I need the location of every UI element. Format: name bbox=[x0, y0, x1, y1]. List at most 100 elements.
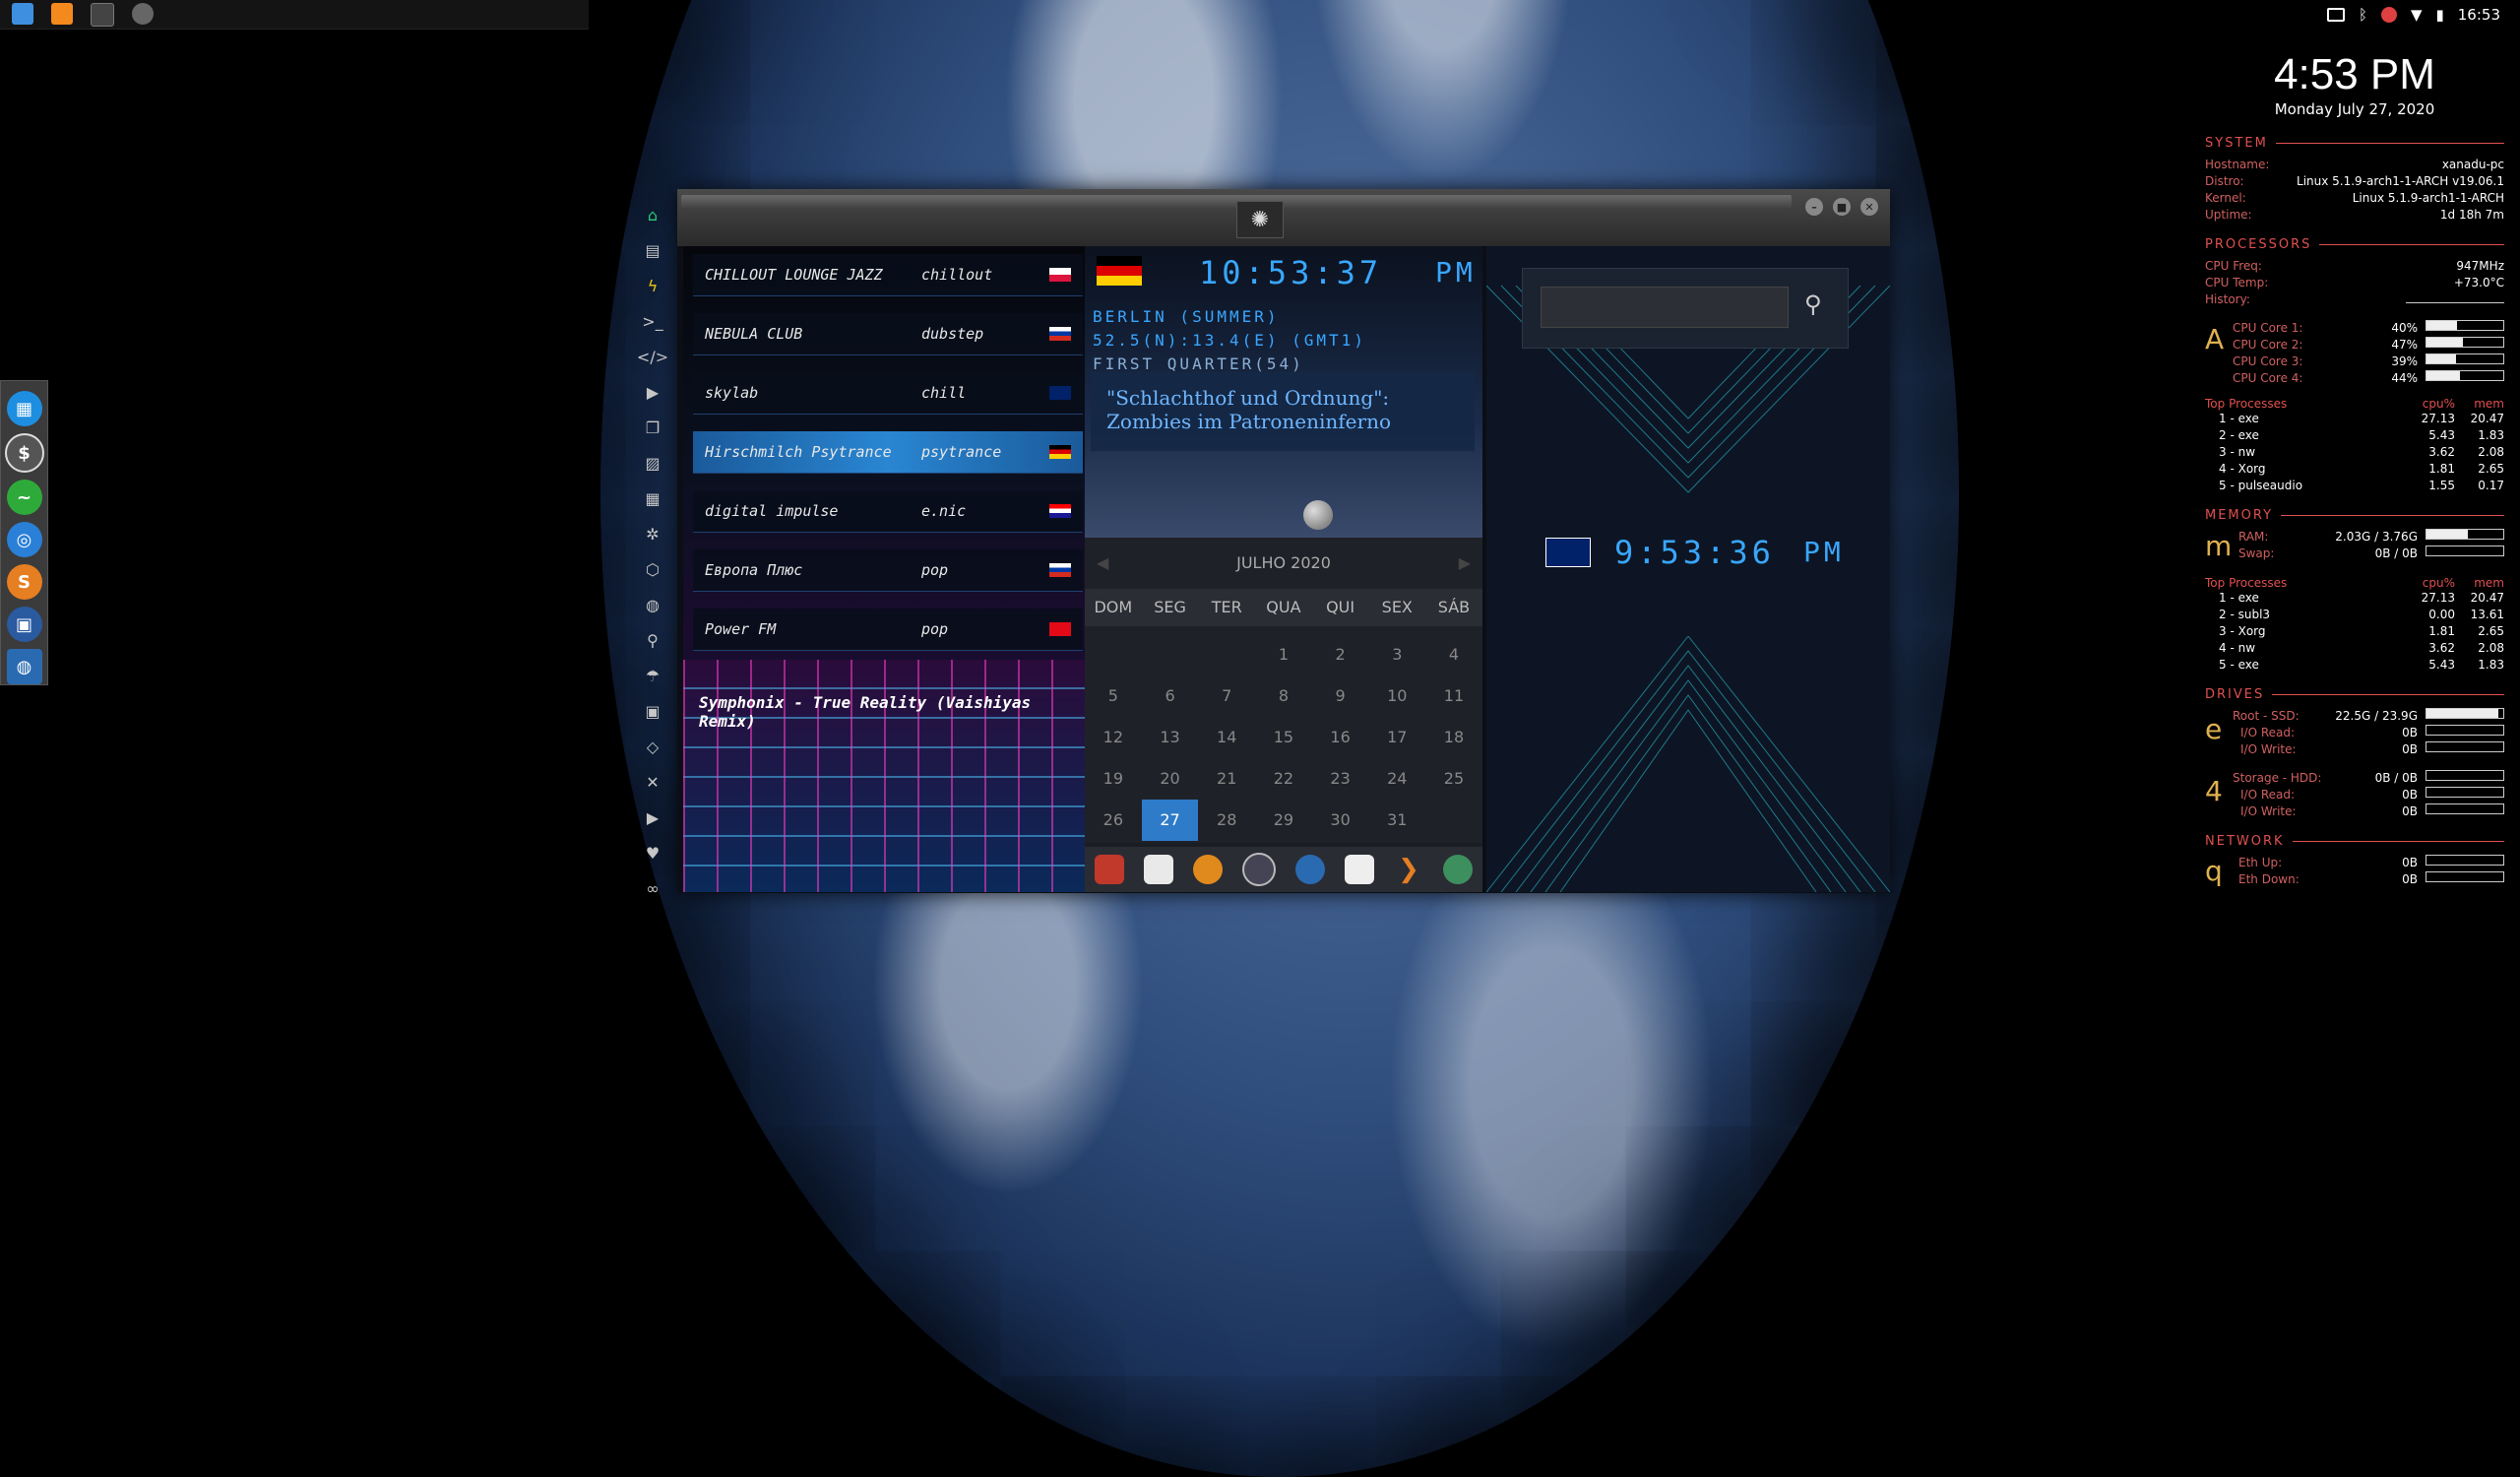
window-titlebar[interactable]: ✺ – ■ ✕ bbox=[677, 189, 1890, 246]
settings-icon[interactable]: ✲ bbox=[638, 516, 667, 551]
calendar-day[interactable]: 15 bbox=[1255, 717, 1312, 758]
hexagon-icon[interactable]: ⬡ bbox=[638, 551, 667, 587]
next-month-icon[interactable]: ▶ bbox=[1459, 553, 1471, 572]
bluetooth-icon[interactable]: ᛒ bbox=[2359, 6, 2367, 24]
station-row[interactable]: skylab chill bbox=[693, 372, 1083, 415]
remote-desktop-icon[interactable]: ▣ bbox=[6, 607, 42, 642]
calendar-day[interactable]: 27 bbox=[1141, 800, 1199, 841]
process-mem: 2.65 bbox=[2478, 462, 2504, 476]
minimize-button[interactable]: – bbox=[1805, 198, 1823, 216]
calendar-day[interactable]: 13 bbox=[1142, 717, 1199, 758]
notes-icon[interactable] bbox=[1144, 855, 1173, 884]
copy-icon[interactable]: ❐ bbox=[638, 410, 667, 445]
calendar-day[interactable]: 20 bbox=[1142, 758, 1199, 800]
wifi-icon[interactable]: ▼ bbox=[2411, 6, 2423, 24]
calendar-day[interactable]: 25 bbox=[1425, 758, 1482, 800]
calendar-day[interactable]: 19 bbox=[1085, 758, 1142, 800]
clock-app-icon[interactable] bbox=[1242, 853, 1276, 886]
photo-icon[interactable] bbox=[2326, 8, 2345, 22]
code-icon[interactable]: </> bbox=[637, 339, 668, 374]
bolt-icon[interactable]: ϟ bbox=[638, 268, 667, 303]
calendar-day[interactable]: 4 bbox=[1425, 634, 1482, 675]
prev-month-icon[interactable]: ◀ bbox=[1097, 553, 1108, 572]
search-app-icon[interactable] bbox=[1193, 855, 1223, 884]
youtube-icon[interactable]: ▶ bbox=[638, 800, 667, 835]
calendar-day[interactable]: 14 bbox=[1198, 717, 1255, 758]
search-icon[interactable]: ⚲ bbox=[638, 622, 667, 658]
calendar-day[interactable]: 26 bbox=[1085, 800, 1142, 841]
station-row[interactable]: Power FM pop bbox=[693, 609, 1083, 651]
search-input[interactable] bbox=[1541, 287, 1789, 328]
calendar-app-icon[interactable]: ▦ bbox=[6, 391, 42, 426]
tray-clock[interactable]: 16:53 bbox=[2458, 6, 2500, 24]
io-label: I/O Write: bbox=[2240, 742, 2297, 756]
process-name: 2 - subl3 bbox=[2219, 608, 2271, 621]
calendar-day[interactable]: 21 bbox=[1198, 758, 1255, 800]
globe-app-icon[interactable] bbox=[1295, 855, 1325, 884]
atom-icon[interactable] bbox=[1095, 855, 1124, 884]
infinity-icon[interactable]: ∞ bbox=[638, 870, 667, 906]
calendar-day[interactable]: 24 bbox=[1368, 758, 1425, 800]
sublime-text-icon[interactable] bbox=[51, 3, 73, 25]
station-row[interactable]: CHILLOUT LOUNGE JAZZ chillout bbox=[693, 254, 1083, 296]
calendar-day[interactable]: 16 bbox=[1312, 717, 1369, 758]
dollar-app-icon[interactable]: $ bbox=[4, 433, 44, 473]
home-icon[interactable]: ⌂ bbox=[638, 197, 667, 232]
calendar-day[interactable]: 29 bbox=[1255, 800, 1312, 841]
expand-icon[interactable]: ✕ bbox=[638, 764, 667, 800]
app-icon[interactable] bbox=[132, 3, 154, 25]
calendar-day[interactable]: 2 bbox=[1312, 634, 1369, 675]
play-icon[interactable]: ▶ bbox=[638, 374, 667, 410]
calendar-day[interactable]: 5 bbox=[1085, 675, 1142, 717]
s-app-icon[interactable]: S bbox=[6, 564, 42, 600]
calendar-day[interactable]: 11 bbox=[1425, 675, 1482, 717]
calendar-day[interactable]: 28 bbox=[1198, 800, 1255, 841]
umbrella-icon[interactable]: ☂ bbox=[638, 658, 667, 693]
close-button[interactable]: ✕ bbox=[1860, 198, 1878, 216]
calendar-day[interactable]: 10 bbox=[1368, 675, 1425, 717]
contact-icon[interactable]: ▣ bbox=[638, 693, 667, 729]
alert-icon[interactable] bbox=[2380, 7, 2397, 23]
calendar-day[interactable]: 12 bbox=[1085, 717, 1142, 758]
calendar-day[interactable]: 23 bbox=[1312, 758, 1369, 800]
calendar-day[interactable]: 1 bbox=[1255, 634, 1312, 675]
calendar-day[interactable]: 17 bbox=[1368, 717, 1425, 758]
calendar-day[interactable]: 7 bbox=[1198, 675, 1255, 717]
calendar-day[interactable]: 31 bbox=[1368, 800, 1425, 841]
news-headline[interactable]: "Schlachthof und Ordnung": Zombies im Pa… bbox=[1091, 372, 1475, 451]
document-icon[interactable]: ▤ bbox=[638, 232, 667, 268]
image-icon[interactable]: ▨ bbox=[638, 445, 667, 481]
station-row[interactable]: NEBULA CLUB dubstep bbox=[693, 313, 1083, 355]
battery-icon[interactable]: ▮ bbox=[2436, 6, 2444, 24]
yandex-icon[interactable] bbox=[1443, 855, 1473, 884]
arrow-app-icon[interactable]: ❯ bbox=[1394, 855, 1423, 884]
chrome-icon[interactable]: ◎ bbox=[6, 522, 42, 557]
calendar-app-icon[interactable] bbox=[1345, 855, 1374, 884]
tags-icon[interactable]: ◇ bbox=[638, 729, 667, 764]
news-icon[interactable]: ▦ bbox=[638, 481, 667, 516]
side-navigation: ⌂ ▤ ϟ >_ </> ▶ ❐ ▨ ▦ ✲ ⬡ ◍ ⚲ ☂ ▣ ◇ ✕ ▶ ♥… bbox=[637, 197, 668, 906]
russia-flag-icon bbox=[1049, 563, 1071, 577]
station-row-selected[interactable]: Hirschmilch Psytrance psytrance bbox=[693, 431, 1083, 474]
globe-app-icon[interactable]: ◍ bbox=[6, 649, 42, 684]
maximize-button[interactable]: ■ bbox=[1833, 198, 1851, 216]
station-row[interactable]: digital impulse e.nic bbox=[693, 490, 1083, 533]
calendar-day[interactable]: 18 bbox=[1425, 717, 1482, 758]
heart-icon[interactable]: ♥ bbox=[638, 835, 667, 870]
info-label: CPU Temp: bbox=[2205, 276, 2269, 289]
station-row[interactable]: Европа Плюс pop bbox=[693, 549, 1083, 592]
terminal-icon[interactable]: >_ bbox=[638, 303, 667, 339]
file-manager-icon[interactable] bbox=[12, 3, 33, 25]
process-name: 3 - nw bbox=[2219, 445, 2256, 459]
globe-icon[interactable]: ◍ bbox=[638, 587, 667, 622]
calendar-day[interactable]: 6 bbox=[1142, 675, 1199, 717]
search-icon[interactable]: ⚲ bbox=[1804, 290, 1822, 318]
terminal-icon[interactable] bbox=[91, 3, 114, 27]
io-value: 0B bbox=[2402, 742, 2418, 756]
calendar-day[interactable]: 22 bbox=[1255, 758, 1312, 800]
calendar-day[interactable]: 30 bbox=[1312, 800, 1369, 841]
calendar-day[interactable]: 8 bbox=[1255, 675, 1312, 717]
calendar-day[interactable]: 3 bbox=[1368, 634, 1425, 675]
activity-monitor-icon[interactable]: ~ bbox=[6, 480, 42, 515]
calendar-day[interactable]: 9 bbox=[1312, 675, 1369, 717]
